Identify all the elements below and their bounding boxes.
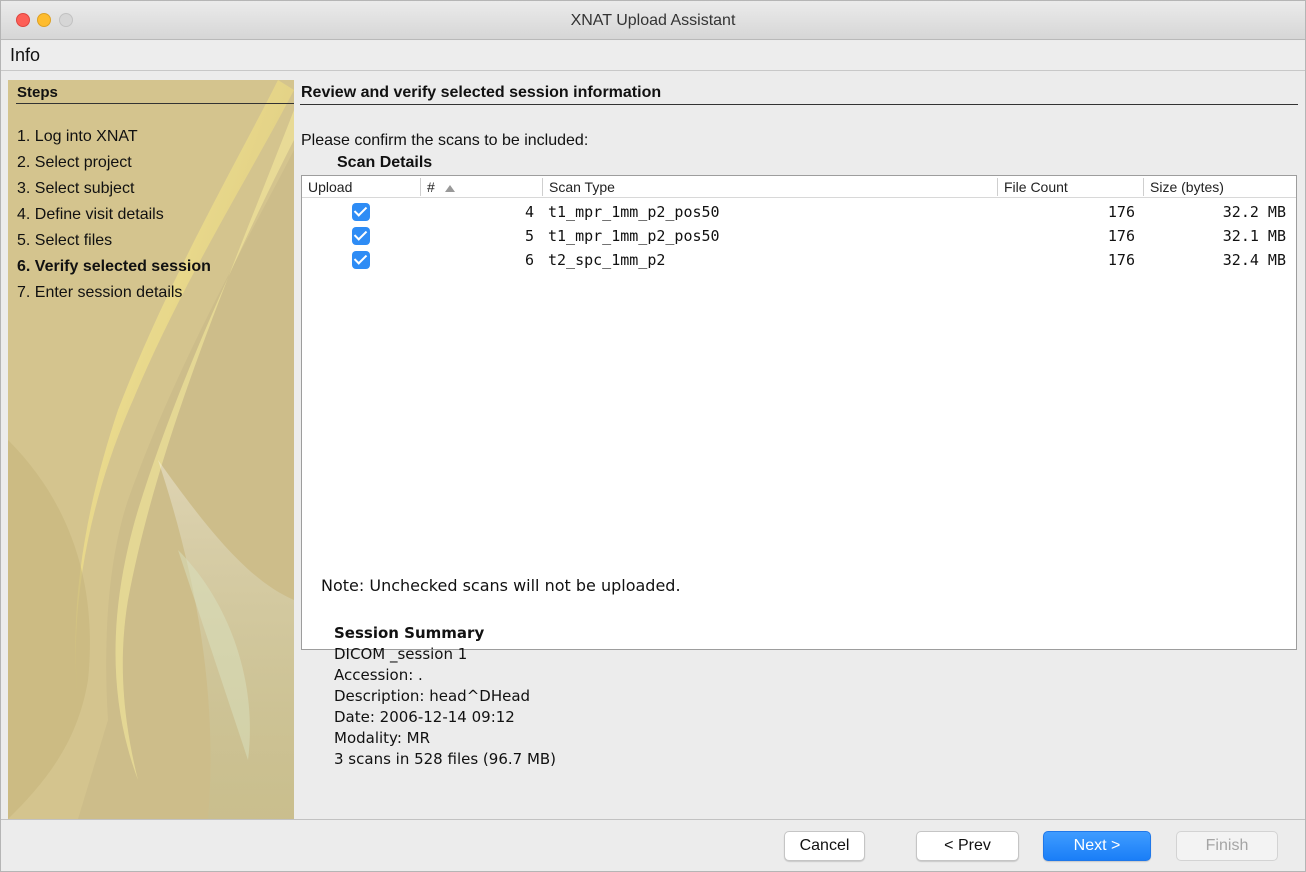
- summary-line: 3 scans in 528 files (96.7 MB): [334, 750, 557, 768]
- step-item: 7. Enter session details: [17, 284, 183, 301]
- scan-number: 6: [524, 251, 534, 269]
- column-header-upload[interactable]: Upload: [302, 178, 420, 196]
- steps-divider: [16, 103, 294, 104]
- menu-bar: Info: [1, 41, 1305, 71]
- scan-number: 5: [524, 227, 534, 245]
- table-row[interactable]: 5 t1_mpr_1mm_p2_pos50 176 32.1 MB: [302, 224, 1296, 248]
- column-header-number-label: #: [427, 179, 435, 195]
- scan-number: 4: [524, 203, 534, 221]
- scan-details-title: Scan Details: [337, 154, 433, 171]
- scan-type: t1_mpr_1mm_p2_pos50: [548, 203, 720, 221]
- session-summary-title: Session Summary: [334, 624, 485, 642]
- unchecked-note: Note: Unchecked scans will not be upload…: [321, 576, 681, 595]
- file-count: 176: [1107, 251, 1135, 269]
- table-header: Upload # Scan Type File Count Size (byte…: [302, 176, 1296, 198]
- upload-checkbox[interactable]: [352, 227, 370, 245]
- step-item: 3. Select subject: [17, 180, 135, 197]
- confirm-instruction: Please confirm the scans to be included:: [301, 132, 589, 149]
- next-button[interactable]: Next >: [1043, 831, 1151, 861]
- summary-line: Accession: .: [334, 666, 423, 684]
- scan-size: 32.2 MB: [1222, 203, 1286, 221]
- scan-size: 32.4 MB: [1222, 251, 1286, 269]
- app-window: XNAT Upload Assistant Info Steps 1. Log …: [0, 0, 1306, 872]
- cancel-button[interactable]: Cancel: [784, 831, 865, 861]
- file-count: 176: [1107, 203, 1135, 221]
- step-item: 4. Define visit details: [17, 206, 164, 223]
- window-title: XNAT Upload Assistant: [570, 12, 736, 29]
- sort-ascending-icon: [444, 184, 455, 192]
- upload-checkbox[interactable]: [352, 203, 370, 221]
- steps-header: Steps: [17, 84, 58, 101]
- upload-checkbox[interactable]: [352, 251, 370, 269]
- summary-line: Date: 2006-12-14 09:12: [334, 708, 515, 726]
- section-divider: [300, 104, 1298, 105]
- steps-list: 1. Log into XNAT 2. Select project 3. Se…: [17, 124, 211, 306]
- step-item: 2. Select project: [17, 154, 132, 171]
- button-bar: Cancel < Prev Next > Finish: [1, 819, 1305, 871]
- step-item: 5. Select files: [17, 232, 113, 249]
- steps-panel: Steps 1. Log into XNAT 2. Select project…: [8, 80, 294, 819]
- prev-button[interactable]: < Prev: [916, 831, 1019, 861]
- column-header-size[interactable]: Size (bytes): [1143, 178, 1296, 196]
- column-header-scan-type[interactable]: Scan Type: [542, 178, 997, 196]
- scan-type: t1_mpr_1mm_p2_pos50: [548, 227, 720, 245]
- step-item: 1. Log into XNAT: [17, 128, 138, 145]
- session-summary: Session Summary DICOM _session 1 Accessi…: [334, 623, 556, 770]
- column-header-file-count[interactable]: File Count: [997, 178, 1143, 196]
- title-bar[interactable]: XNAT Upload Assistant: [1, 1, 1305, 40]
- column-header-number[interactable]: #: [420, 178, 542, 196]
- scan-type: t2_spc_1mm_p2: [548, 251, 666, 269]
- scan-size: 32.1 MB: [1222, 227, 1286, 245]
- summary-line: DICOM _session 1: [334, 645, 468, 663]
- finish-button[interactable]: Finish: [1176, 831, 1278, 861]
- main-panel: Review and verify selected session infor…: [294, 80, 1304, 819]
- menu-info[interactable]: Info: [10, 45, 40, 66]
- table-row[interactable]: 6 t2_spc_1mm_p2 176 32.4 MB: [302, 248, 1296, 272]
- section-title: Review and verify selected session infor…: [301, 84, 662, 101]
- file-count: 176: [1107, 227, 1135, 245]
- step-item-active: 6. Verify selected session: [17, 258, 211, 275]
- table-row[interactable]: 4 t1_mpr_1mm_p2_pos50 176 32.2 MB: [302, 200, 1296, 224]
- summary-line: Description: head^DHead: [334, 687, 531, 705]
- summary-line: Modality: MR: [334, 729, 431, 747]
